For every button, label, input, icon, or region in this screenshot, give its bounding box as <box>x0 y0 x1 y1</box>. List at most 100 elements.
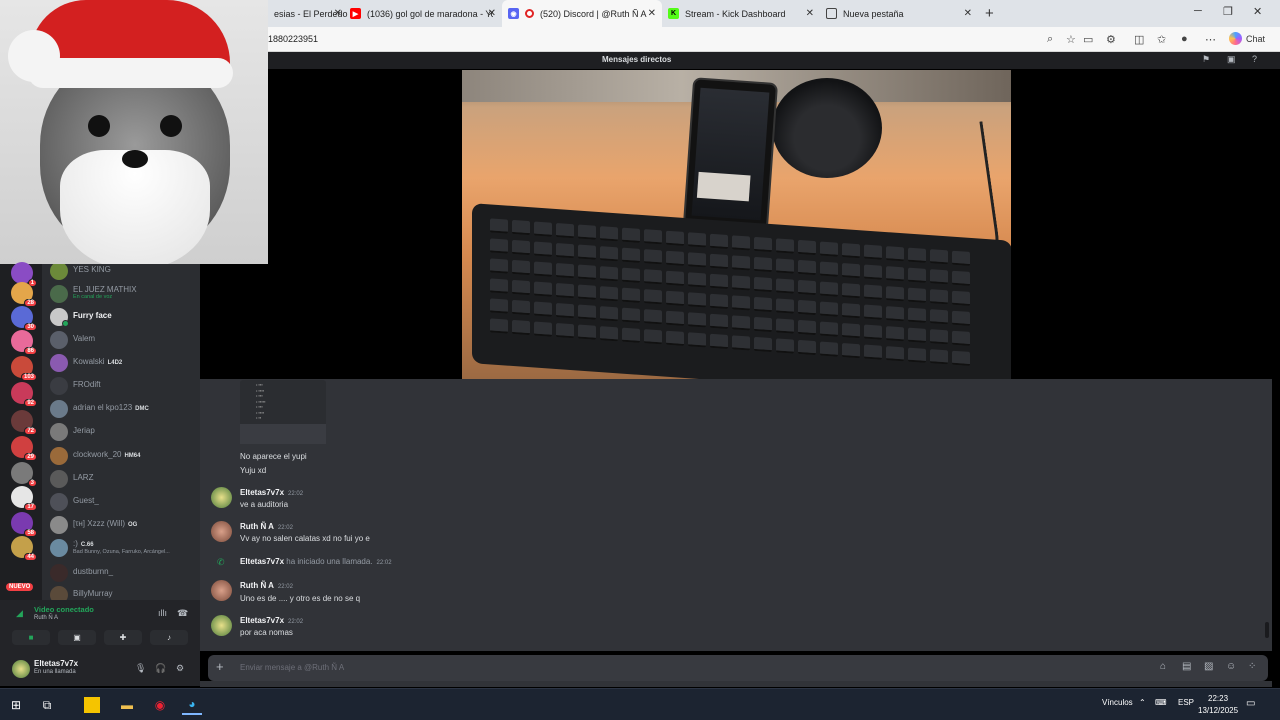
server-icon[interactable]: 58 <box>11 512 37 537</box>
dm-item[interactable]: Jeriap <box>42 421 200 443</box>
tab-new[interactable]: Nueva pestaña ✕ <box>820 0 978 27</box>
server-icon[interactable]: 86 <box>11 330 37 355</box>
language-indicator[interactable]: ESP <box>1178 698 1194 707</box>
dm-item[interactable]: BillyMurray <box>42 584 200 600</box>
server-icon[interactable]: 1 <box>11 262 37 287</box>
apps-icon[interactable]: ⁘ <box>1248 661 1256 672</box>
attach-plus-icon[interactable]: + <box>216 659 224 674</box>
image-attachment[interactable]: • ▪▪▪ • ▪▪▪▪ • ▪▪▪ • ▪▪▪▪▪ • ▪▪▪ • ▪▪▪▪ • ▪▪ <box>240 380 326 444</box>
flag-icon[interactable]: ⚑ <box>1202 54 1210 65</box>
dm-item[interactable]: YES KING <box>42 264 200 282</box>
task-view-icon[interactable]: ⧉ <box>37 695 57 715</box>
dm-item[interactable]: :) C.66 Bad Bunny, Ozuna, Farruko, Arcánge… <box>42 537 200 559</box>
dm-item[interactable]: adrian el kpo123 DMC <box>42 398 200 420</box>
notification-icon[interactable]: ▭ <box>1246 698 1255 709</box>
dm-item[interactable]: clockwork_20 HM64 <box>42 445 200 467</box>
file-explorer-icon[interactable]: ▬ <box>117 695 137 715</box>
copilot-button[interactable]: Chat <box>1229 32 1265 45</box>
tab-youtube[interactable]: ▶ (1036) gol gol de maradona - YouTube ✕ <box>344 0 502 27</box>
avatar[interactable] <box>211 521 232 542</box>
windows-start-icon[interactable]: ⊞ <box>6 695 26 715</box>
chevron-up-icon[interactable]: ⌃ <box>1139 698 1146 707</box>
inbox-tray-icon[interactable]: ▣ <box>1227 54 1236 65</box>
sticker-icon[interactable]: ▨ <box>1204 661 1213 672</box>
close-tab-icon[interactable]: ✕ <box>806 8 814 19</box>
system-clock[interactable]: 22:23 13/12/2025 <box>1198 693 1238 717</box>
avatar[interactable] <box>12 660 30 678</box>
minimize-icon[interactable]: ─ <box>1194 5 1202 17</box>
shared-video-stream[interactable] <box>462 70 1011 379</box>
camera-button[interactable]: ■ <box>12 630 50 645</box>
disconnect-icon[interactable]: ☎ <box>177 608 188 619</box>
server-icon[interactable]: 28 <box>11 282 37 307</box>
avatar[interactable] <box>211 487 232 508</box>
server-icon[interactable]: 17 <box>11 486 37 511</box>
close-tab-icon[interactable]: ✕ <box>334 8 342 19</box>
edge-browser-icon[interactable]: ◕ <box>182 695 202 715</box>
server-icon[interactable]: 3 <box>11 462 37 487</box>
tab-el-perdedor[interactable]: esias - El Perdedor ✕ <box>268 0 348 27</box>
server-icon[interactable]: 72 <box>11 410 37 435</box>
dm-item[interactable]: [τн] Xzzz (Will) OG <box>42 514 200 536</box>
dm-item[interactable]: EL JUEZ MATHIX En canal de voz <box>42 283 200 305</box>
dm-item[interactable]: Valem <box>42 329 200 351</box>
maximize-icon[interactable]: ❐ <box>1223 5 1233 18</box>
dm-item[interactable]: LARZ <box>42 468 200 490</box>
tab-kick[interactable]: K Stream - Kick Dashboard ✕ <box>662 0 820 27</box>
help-icon[interactable]: ? <box>1252 54 1257 64</box>
clan-tag: L4D2 <box>107 360 123 366</box>
server-icon[interactable]: 92 <box>11 382 37 407</box>
links-toolbar[interactable]: Vínculos <box>1102 698 1133 707</box>
video-icon[interactable]: ▭ <box>1083 33 1093 46</box>
close-tab-icon[interactable]: ✕ <box>648 8 656 19</box>
extensions-icon[interactable]: ⚙ <box>1106 33 1116 46</box>
emoji-icon[interactable]: ☺ <box>1226 661 1236 672</box>
dm-item[interactable]: dustburnn_ <box>42 562 200 584</box>
dm-item[interactable]: FROdift <box>42 375 200 397</box>
avatar[interactable] <box>211 580 232 601</box>
close-tab-icon[interactable]: ✕ <box>488 8 496 19</box>
gift-icon[interactable]: ⌂ <box>1160 661 1166 672</box>
obs-icon[interactable]: ◉ <box>150 695 170 715</box>
server-icon[interactable]: 30 <box>11 306 37 331</box>
chat-area <box>200 379 1272 651</box>
more-icon[interactable]: ⋯ <box>1205 33 1216 46</box>
server-icon[interactable]: 29 <box>11 436 37 461</box>
mention-badge: 92 <box>24 399 37 407</box>
microphone-icon[interactable]: 🎙 <box>135 663 146 674</box>
dm-item[interactable]: Kowalski L4D2 <box>42 352 200 374</box>
activities-button[interactable]: ✚ <box>104 630 142 645</box>
soundboard-button[interactable]: ♪ <box>150 630 188 645</box>
sticky-notes-icon[interactable] <box>84 697 100 713</box>
settings-gear-icon[interactable]: ⚙ <box>176 663 184 674</box>
split-screen-icon[interactable]: ◫ <box>1134 33 1144 46</box>
zoom-icon[interactable]: ⌕ <box>1047 33 1053 46</box>
close-window-icon[interactable]: ✕ <box>1253 5 1262 18</box>
dm-name: Guest_ <box>73 496 99 505</box>
close-tab-icon[interactable]: ✕ <box>964 8 972 19</box>
screen-share-button[interactable]: ▣ <box>58 630 96 645</box>
favorites-icon[interactable]: ✩ <box>1157 33 1166 46</box>
url-field[interactable]: 1880223951 <box>268 34 318 44</box>
message-author[interactable]: Eltetas7v7x 22:02 <box>240 488 303 497</box>
profile-icon[interactable]: ● <box>1181 33 1188 45</box>
new-tab-icon[interactable]: + <box>985 5 994 22</box>
keyboard-icon[interactable]: ⌨ <box>1155 698 1167 707</box>
message-input[interactable]: + Enviar mensaje a @Ruth Ñ A ⌂ ▤ ▨ ☺ ⁘ <box>208 655 1268 681</box>
message-author[interactable]: Ruth Ñ A 22:02 <box>240 522 293 531</box>
gif-icon[interactable]: ▤ <box>1182 661 1191 672</box>
avatar[interactable] <box>211 615 232 636</box>
server-icon[interactable]: 103 <box>11 356 37 381</box>
dm-name: clockwork_20 <box>73 450 122 459</box>
favorite-star-icon[interactable]: ☆ <box>1066 33 1076 46</box>
server-icon[interactable]: 44 <box>11 536 37 561</box>
tab-discord[interactable]: ◉ (520) Discord | @Ruth Ñ A ✕ <box>502 0 662 27</box>
discord-title: Mensajes directos <box>602 55 672 64</box>
noise-suppression-icon[interactable]: ıllı <box>158 608 167 618</box>
chat-scrollbar[interactable] <box>1265 622 1269 638</box>
dm-item[interactable]: Guest_ <box>42 491 200 513</box>
message-author[interactable]: Eltetas7v7x 22:02 <box>240 616 303 625</box>
message-author[interactable]: Ruth Ñ A 22:02 <box>240 581 293 590</box>
dm-item[interactable]: Furry face <box>42 306 200 328</box>
headphones-icon[interactable]: 🎧 <box>155 663 166 674</box>
